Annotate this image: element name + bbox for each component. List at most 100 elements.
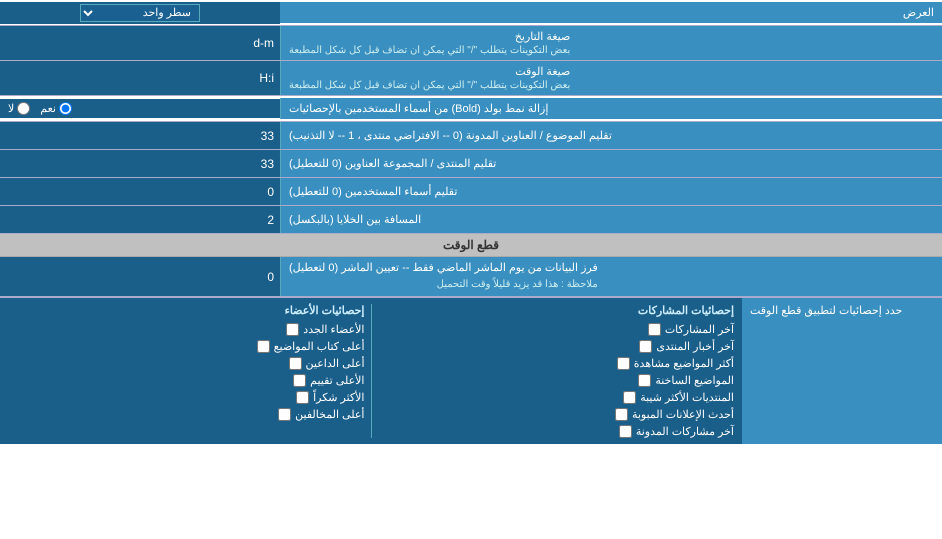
topic-title-label: تقليم الموضوع / العناوين المدونة (0 -- ا… [280, 122, 942, 149]
check-blog-posts-input[interactable] [619, 425, 632, 438]
forum-title-input[interactable] [6, 157, 274, 171]
stats-checkboxes-section: حدد إحصائيات لتطبيق قطع الوقت إحصائيات ا… [0, 297, 942, 444]
bold-remove-row: إزالة نمط بولد (Bold) من أسماء المستخدمي… [0, 96, 942, 122]
time-format-title: صيغة الوقت [289, 65, 570, 78]
check-forum-news-input[interactable] [639, 340, 652, 353]
check-last-posts-input[interactable] [648, 323, 661, 336]
time-format-label: صيغة الوقت بعض التكوينات يتطلب "/" التي … [280, 61, 942, 95]
bold-no-text: لا [8, 102, 14, 115]
check-top-rated-input[interactable] [293, 374, 306, 387]
check-latest-classifieds-input[interactable] [615, 408, 628, 421]
time-format-sublabel: بعض التكوينات يتطلب "/" التي يمكن ان تضا… [289, 80, 570, 91]
cutoff-label: فرز البيانات من يوم الماشر الماضي فقط --… [280, 257, 942, 296]
col2-header: إحصائيات الأعضاء [8, 304, 365, 317]
check-top-violators-label: أعلى المخالفين [295, 408, 364, 421]
bold-yes-label[interactable]: نعم [40, 102, 72, 115]
check-latest-classifieds-label: أحدث الإعلانات المبوبة [632, 408, 734, 421]
check-hot-topics-input[interactable] [638, 374, 651, 387]
topic-title-text: تقليم الموضوع / العناوين المدونة (0 -- ا… [289, 129, 612, 142]
bold-remove-text: إزالة نمط بولد (Bold) من أسماء المستخدمي… [289, 102, 548, 115]
date-format-sublabel: بعض التكوينات يتطلب "/" التي يمكن ان تضا… [289, 45, 570, 56]
check-most-thanked-label: الأكثر شكراً [313, 391, 364, 404]
username-count-row: تقليم أسماء المستخدمين (0 للتعطيل) [0, 178, 942, 206]
check-forum-news[interactable]: آخر أخبار المنتدى [378, 340, 735, 353]
col2-checkboxes: إحصائيات الأعضاء الأعضاء الجدد أعلى كتاب… [4, 304, 369, 438]
check-top-violators[interactable]: أعلى المخالفين [8, 408, 365, 421]
topic-title-row: تقليم الموضوع / العناوين المدونة (0 -- ا… [0, 122, 942, 150]
forum-title-input-cell [0, 150, 280, 177]
cell-spacing-text: المسافة بين الخلايا (بالبكسل) [289, 213, 421, 226]
cell-spacing-input[interactable] [6, 213, 274, 227]
forum-title-text: تقليم المنتدى / المجموعة العناوين (0 للت… [289, 157, 496, 170]
forum-title-label: تقليم المنتدى / المجموعة العناوين (0 للت… [280, 150, 942, 177]
check-top-writers-input[interactable] [257, 340, 270, 353]
bold-remove-radio-group: نعم لا [0, 99, 280, 118]
check-forum-news-label: آخر أخبار المنتدى [656, 340, 734, 353]
check-most-thanked-input[interactable] [296, 391, 309, 404]
username-count-text: تقليم أسماء المستخدمين (0 للتعطيل) [289, 185, 457, 198]
cell-spacing-input-cell [0, 206, 280, 233]
check-blog-posts-label: آخر مشاركات المدونة [636, 425, 734, 438]
cell-spacing-label: المسافة بين الخلايا (بالبكسل) [280, 206, 942, 233]
check-last-posts-label: آخر المشاركات [665, 323, 734, 336]
check-new-members-label: الأعضاء الجدد [303, 323, 364, 336]
check-top-rated[interactable]: الأعلى تقييم [8, 374, 365, 387]
check-blog-posts[interactable]: آخر مشاركات المدونة [378, 425, 735, 438]
check-most-viewed-input[interactable] [617, 357, 630, 370]
time-format-input-cell [0, 61, 280, 95]
check-hot-topics[interactable]: المواضيع الساخنة [378, 374, 735, 387]
date-format-input-cell [0, 26, 280, 60]
forum-title-row: تقليم المنتدى / المجموعة العناوين (0 للت… [0, 150, 942, 178]
bold-no-radio[interactable] [17, 102, 30, 115]
check-top-rated-label: الأعلى تقييم [310, 374, 364, 387]
bold-remove-label: إزالة نمط بولد (Bold) من أسماء المستخدمي… [280, 98, 942, 119]
col1-header: إحصائيات المشاركات [378, 304, 735, 317]
check-hot-topics-label: المواضيع الساخنة [655, 374, 734, 387]
stats-label-text: حدد إحصائيات لتطبيق قطع الوقت [750, 304, 902, 317]
date-format-label: صيغة التاريخ بعض التكوينات يتطلب "/" الت… [280, 26, 942, 60]
check-most-popular[interactable]: المنتديات الأكثر شيبة [378, 391, 735, 404]
cutoff-title: قطع الوقت [443, 238, 499, 252]
check-new-members-input[interactable] [286, 323, 299, 336]
display-mode-label: العرض [280, 2, 942, 23]
username-count-input-cell [0, 178, 280, 205]
check-latest-classifieds[interactable]: أحدث الإعلانات المبوبة [378, 408, 735, 421]
check-top-writers[interactable]: أعلى كتاب المواضيع [8, 340, 365, 353]
check-most-viewed-label: أكثر المواضيع مشاهدة [634, 357, 734, 370]
topic-title-input[interactable] [6, 129, 274, 143]
stats-section-label: حدد إحصائيات لتطبيق قطع الوقت [742, 298, 942, 444]
date-format-input[interactable] [6, 36, 274, 50]
cutoff-input[interactable] [6, 270, 274, 284]
display-mode-text: العرض [903, 7, 934, 19]
cell-spacing-row: المسافة بين الخلايا (بالبكسل) [0, 206, 942, 234]
bold-yes-radio[interactable] [59, 102, 72, 115]
display-mode-select[interactable]: سطر واحد سطرين ثلاثة أسطر [80, 4, 200, 22]
check-most-popular-input[interactable] [623, 391, 636, 404]
col-divider [371, 304, 372, 438]
display-mode-input[interactable]: سطر واحد سطرين ثلاثة أسطر [0, 2, 280, 24]
topic-title-input-cell [0, 122, 280, 149]
time-format-row: صيغة الوقت بعض التكوينات يتطلب "/" التي … [0, 61, 942, 96]
time-format-input[interactable] [6, 71, 274, 85]
check-top-callers-input[interactable] [289, 357, 302, 370]
bold-yes-text: نعم [40, 102, 56, 115]
check-top-callers[interactable]: أعلى الداعين [8, 357, 365, 370]
col1-checkboxes: إحصائيات المشاركات آخر المشاركات آخر أخب… [374, 304, 739, 438]
check-top-writers-label: أعلى كتاب المواضيع [274, 340, 365, 353]
check-most-thanked[interactable]: الأكثر شكراً [8, 391, 365, 404]
bold-no-label[interactable]: لا [8, 102, 30, 115]
check-last-posts[interactable]: آخر المشاركات [378, 323, 735, 336]
check-most-viewed[interactable]: أكثر المواضيع مشاهدة [378, 357, 735, 370]
cutoff-label-main: فرز البيانات من يوم الماشر الماضي فقط --… [289, 261, 598, 276]
check-top-callers-label: أعلى الداعين [306, 357, 365, 370]
cutoff-label-note: ملاحظة : هذا قد يزيد قليلاً وقت التحميل [289, 278, 598, 292]
cutoff-input-cell [0, 257, 280, 296]
checkboxes-container: إحصائيات المشاركات آخر المشاركات آخر أخب… [0, 298, 742, 444]
username-count-input[interactable] [6, 185, 274, 199]
date-format-title: صيغة التاريخ [289, 30, 570, 43]
check-new-members[interactable]: الأعضاء الجدد [8, 323, 365, 336]
cutoff-row: فرز البيانات من يوم الماشر الماضي فقط --… [0, 257, 942, 297]
username-count-label: تقليم أسماء المستخدمين (0 للتعطيل) [280, 178, 942, 205]
cutoff-section-header: قطع الوقت [0, 234, 942, 257]
check-top-violators-input[interactable] [278, 408, 291, 421]
